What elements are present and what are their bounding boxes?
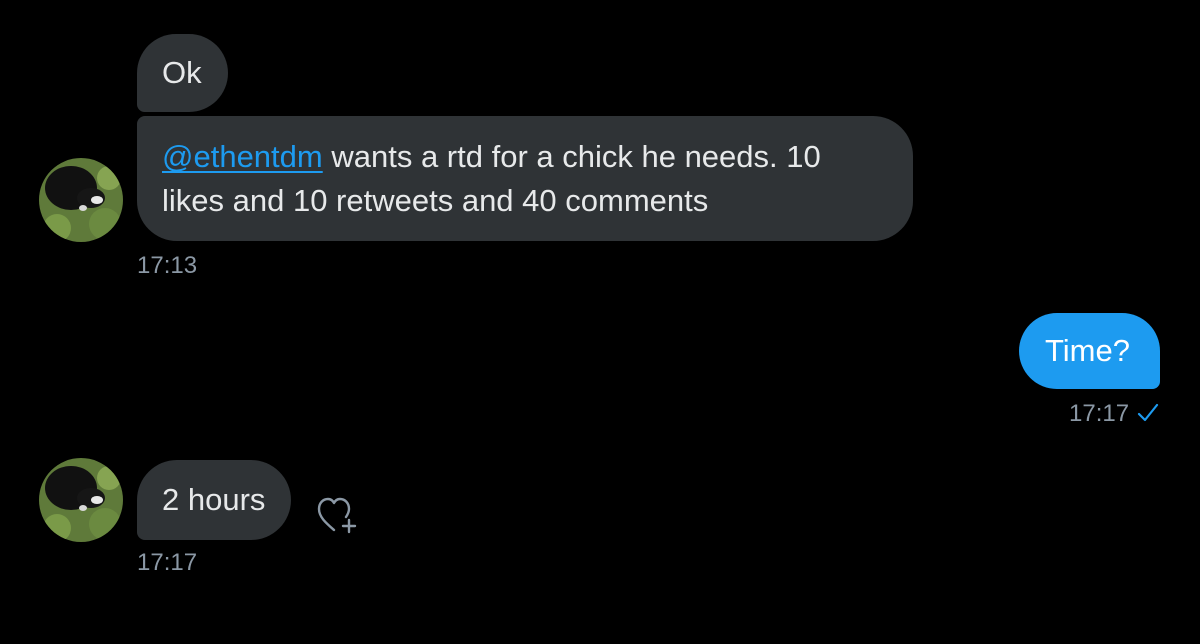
- message-bubble-outgoing[interactable]: Time?: [1019, 313, 1160, 389]
- message-text: 2 hours: [162, 482, 266, 517]
- mention-link[interactable]: @ethentdm: [162, 139, 323, 174]
- dog-photo-icon: [39, 158, 123, 242]
- message-bubble-incoming[interactable]: 2 hours: [137, 460, 292, 540]
- message-timestamp: 17:17: [137, 549, 198, 576]
- sender-avatar[interactable]: [39, 158, 123, 242]
- message-text: wants a rtd for a chick he needs. 10: [322, 139, 821, 174]
- message-line-1: @ethentdm wants a rtd for a chick he nee…: [162, 135, 887, 179]
- message-timestamp: 17:17: [1069, 400, 1130, 427]
- message-text: Time?: [1045, 333, 1130, 368]
- message-timestamp: 17:13: [137, 252, 198, 279]
- message-bubble-incoming[interactable]: Ok: [137, 34, 228, 112]
- checkmark-icon: [1137, 403, 1159, 422]
- sender-avatar[interactable]: [39, 458, 123, 542]
- heart-plus-icon[interactable]: [316, 496, 360, 536]
- message-bubble-incoming[interactable]: @ethentdm wants a rtd for a chick he nee…: [137, 116, 913, 241]
- message-text: Ok: [162, 55, 202, 90]
- dog-photo-icon: [39, 458, 123, 542]
- message-line-2: likes and 10 retweets and 40 comments: [162, 183, 709, 218]
